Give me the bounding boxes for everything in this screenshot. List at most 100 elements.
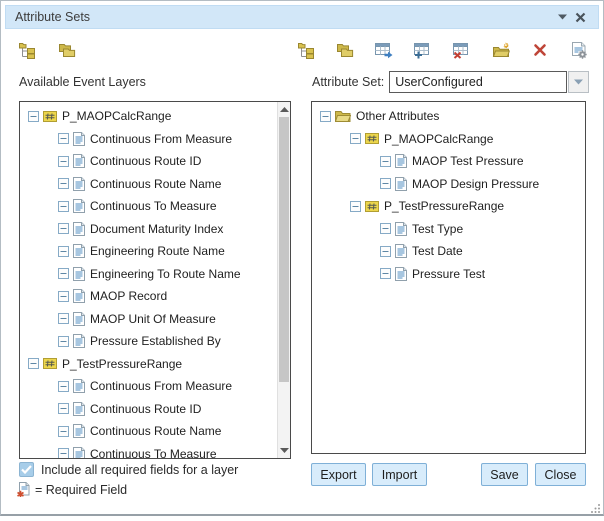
field-document-icon <box>73 447 85 458</box>
tree-node[interactable]: Continuous To Measure <box>20 195 277 218</box>
include-required-fields-label: Include all required fields for a layer <box>41 463 238 477</box>
tree-node[interactable]: Engineering Route Name <box>20 240 277 263</box>
collapse-box-icon[interactable] <box>28 111 39 122</box>
folders-button[interactable] <box>57 40 77 60</box>
tree-node[interactable]: Pressure Test <box>312 263 585 286</box>
export-button[interactable]: Export <box>311 463 366 486</box>
arrow-down-icon <box>280 448 289 453</box>
collapse-box-icon[interactable] <box>28 358 39 369</box>
collapse-box-icon[interactable] <box>58 336 69 347</box>
collapse-box-icon[interactable] <box>58 381 69 392</box>
tree-node[interactable]: P_TestPressureRange <box>312 195 585 218</box>
collapse-panel-button[interactable] <box>553 8 571 26</box>
tree-node[interactable]: Test Type <box>312 218 585 241</box>
import-button[interactable]: Import <box>372 463 427 486</box>
available-layers-panel: P_MAOPCalcRangeContinuous From MeasureCo… <box>19 101 291 459</box>
tree-node-label: Continuous To Measure <box>90 199 217 213</box>
tree-node[interactable]: Continuous Route ID <box>20 150 277 173</box>
tree-node[interactable]: MAOP Design Pressure <box>312 173 585 196</box>
collapse-box-icon[interactable] <box>58 246 69 257</box>
toolbar-left-group <box>5 40 77 60</box>
tree-node[interactable]: Continuous From Measure <box>20 128 277 151</box>
tree-node[interactable]: Continuous Route Name <box>20 173 277 196</box>
collapse-box-icon[interactable] <box>58 156 69 167</box>
collapse-box-icon[interactable] <box>380 156 391 167</box>
collapse-box-icon[interactable] <box>380 223 391 234</box>
tree-node-label: MAOP Test Pressure <box>412 154 524 168</box>
tree-node[interactable]: P_TestPressureRange <box>20 353 277 376</box>
collapse-box-icon[interactable] <box>380 268 391 279</box>
include-required-fields-checkbox[interactable] <box>19 462 34 477</box>
available-layers-tree: P_MAOPCalcRangeContinuous From MeasureCo… <box>20 105 277 458</box>
vertical-scrollbar[interactable] <box>277 102 290 458</box>
tree-node[interactable]: Other Attributes <box>312 105 585 128</box>
tree-node[interactable]: Continuous To Measure <box>20 443 277 459</box>
tree-node[interactable]: Test Date <box>312 240 585 263</box>
folders-button[interactable] <box>335 40 355 60</box>
attribute-sets-dialog: Attribute Sets Available Event Layers At… <box>0 0 604 516</box>
event-layer-icon <box>365 132 379 145</box>
collapse-box-icon[interactable] <box>58 223 69 234</box>
tree-node[interactable]: P_MAOPCalcRange <box>20 105 277 128</box>
field-document-icon <box>395 177 407 191</box>
field-document-icon <box>395 244 407 258</box>
collapse-box-icon[interactable] <box>350 133 361 144</box>
collapse-box-icon[interactable] <box>58 403 69 414</box>
delete-x-button[interactable] <box>530 40 550 60</box>
collapse-box-icon[interactable] <box>58 178 69 189</box>
save-button[interactable]: Save <box>481 463 528 486</box>
scroll-up-button[interactable] <box>278 102 290 117</box>
resize-grip[interactable] <box>590 501 601 519</box>
tree-node[interactable]: Continuous Route Name <box>20 420 277 443</box>
close-dialog-button[interactable]: Close <box>535 463 586 486</box>
field-document-icon <box>73 222 85 236</box>
include-required-fields-row: Include all required fields for a layer <box>19 462 238 477</box>
collapse-box-icon[interactable] <box>58 448 69 458</box>
tree-node[interactable]: Pressure Established By <box>20 330 277 353</box>
attribute-set-combobox[interactable]: UserConfigured <box>389 71 567 93</box>
table-export-button[interactable] <box>374 40 394 60</box>
scrollbar-thumb[interactable] <box>279 117 289 382</box>
table-delete-button[interactable] <box>452 40 472 60</box>
tree-node[interactable]: P_MAOPCalcRange <box>312 128 585 151</box>
collapse-box-icon[interactable] <box>58 268 69 279</box>
layer-tree-button[interactable] <box>296 40 316 60</box>
tree-node[interactable]: Document Maturity Index <box>20 218 277 241</box>
layer-tree-button[interactable] <box>17 40 37 60</box>
collapse-box-icon[interactable] <box>380 178 391 189</box>
tree-node[interactable]: MAOP Record <box>20 285 277 308</box>
checkmark-icon <box>21 465 32 474</box>
folder-settings-button[interactable] <box>491 40 511 60</box>
layer-tree-icon <box>298 42 315 59</box>
collapse-box-icon[interactable] <box>320 111 331 122</box>
collapse-box-icon[interactable] <box>58 313 69 324</box>
folders-icon <box>336 43 354 58</box>
combobox-dropdown-button[interactable] <box>568 71 589 93</box>
toolbar-right-group <box>296 40 599 60</box>
tree-node[interactable]: Continuous Route ID <box>20 398 277 421</box>
attribute-set-row: Attribute Set: UserConfigured <box>312 71 589 93</box>
field-document-icon <box>73 402 85 416</box>
tree-node[interactable]: Engineering To Route Name <box>20 263 277 286</box>
collapse-box-icon[interactable] <box>350 201 361 212</box>
tree-node-label: Continuous Route ID <box>90 402 201 416</box>
collapse-box-icon[interactable] <box>58 291 69 302</box>
field-document-icon <box>73 312 85 326</box>
tree-node[interactable]: Continuous From Measure <box>20 375 277 398</box>
document-settings-button[interactable] <box>569 40 589 60</box>
field-document-icon <box>395 154 407 168</box>
collapse-box-icon[interactable] <box>58 201 69 212</box>
tree-node-label: MAOP Design Pressure <box>412 177 539 191</box>
collapse-box-icon[interactable] <box>380 246 391 257</box>
tree-node[interactable]: MAOP Test Pressure <box>312 150 585 173</box>
table-add-button[interactable] <box>413 40 433 60</box>
close-button[interactable] <box>571 8 589 26</box>
title-bar[interactable]: Attribute Sets <box>5 5 599 29</box>
collapse-box-icon[interactable] <box>58 426 69 437</box>
available-event-layers-label: Available Event Layers <box>19 75 146 89</box>
collapse-box-icon[interactable] <box>58 133 69 144</box>
tree-node-label: Engineering To Route Name <box>90 267 241 281</box>
scroll-down-button[interactable] <box>278 443 290 458</box>
event-layer-icon <box>43 110 57 123</box>
tree-node[interactable]: MAOP Unit Of Measure <box>20 308 277 331</box>
